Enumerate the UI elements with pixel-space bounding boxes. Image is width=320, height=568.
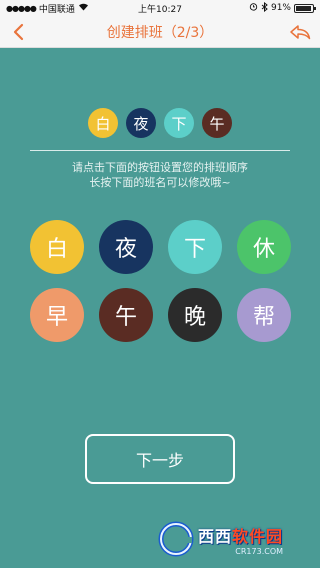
status-right: 91% [249,1,316,15]
shift-button[interactable]: 白 [30,220,84,274]
shift-button[interactable]: 晚 [168,288,222,342]
selected-sequence: 白夜下午 [0,108,320,138]
shift-grid: 白夜下休早午晚帮 [30,220,291,342]
watermark-logo [156,519,196,559]
divider [30,150,290,151]
page-title: 创建排班（2/3） [106,24,214,41]
watermark-sub: CR173.COM [235,546,284,556]
watermark: 西西软件园 CR173.COM [156,518,306,560]
shift-button[interactable]: 休 [237,220,291,274]
hint-line-2: 长按下面的班名可以修改哦~ [89,176,231,189]
next-step-button[interactable]: 下一步 [85,434,235,484]
battery-percent: 91% [270,3,291,13]
alarm-icon [249,2,258,14]
hint-text: 请点击下面的按钮设置您的排班顺序 长按下面的班名可以修改哦~ [0,160,320,190]
battery-icon [294,3,316,13]
shift-button[interactable]: 夜 [99,220,153,274]
watermark-text: 西西软件园 CR173.COM [198,523,283,556]
reply-icon [290,25,311,40]
watermark-main-red: 软件园 [232,526,284,546]
sequence-item[interactable]: 白 [88,108,118,138]
status-bar: ●●●●● 中国联通 上午10:27 91% [0,0,320,16]
shift-button[interactable]: 帮 [237,288,291,342]
sequence-item[interactable]: 午 [202,108,232,138]
reply-button[interactable] [288,22,312,42]
chevron-left-icon [13,23,24,41]
sequence-item[interactable]: 夜 [126,108,156,138]
sequence-item[interactable]: 下 [164,108,194,138]
hint-line-1: 请点击下面的按钮设置您的排班顺序 [72,161,248,174]
shift-button[interactable]: 早 [30,288,84,342]
nav-bar: 创建排班（2/3） [0,16,320,48]
watermark-main-white: 西西 [198,526,233,546]
shift-button[interactable]: 午 [99,288,153,342]
back-button[interactable] [8,22,28,42]
shift-button[interactable]: 下 [168,220,222,274]
bluetooth-icon [261,1,268,15]
